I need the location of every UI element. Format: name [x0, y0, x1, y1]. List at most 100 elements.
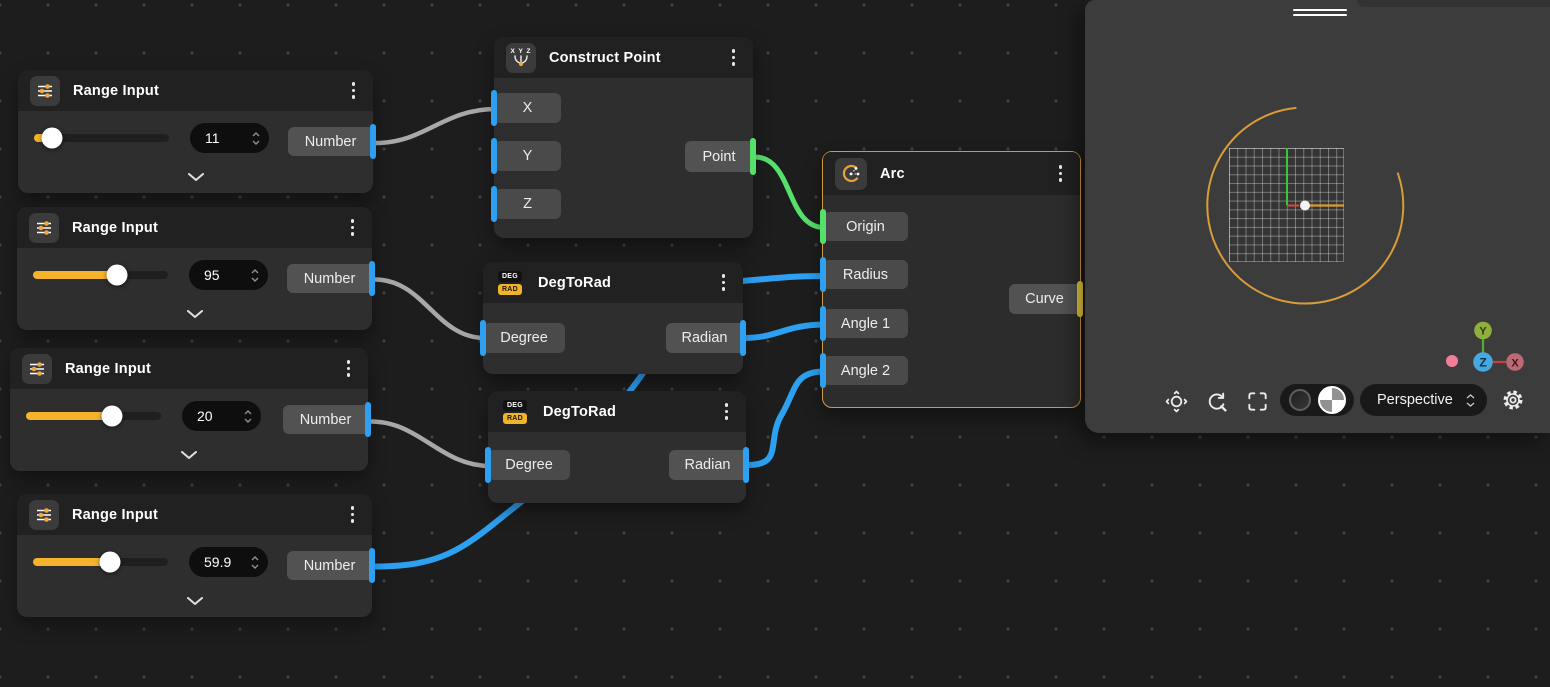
- projection-dropdown[interactable]: Perspective: [1360, 384, 1487, 416]
- node-editor-canvas[interactable]: Range Input 11 Number: [0, 0, 1550, 687]
- range-input-node-4[interactable]: Range Input 59.9 Number: [17, 494, 372, 617]
- range-slider[interactable]: [26, 412, 161, 420]
- arc-node[interactable]: Arc Origin Radius Angle 1 Angle 2 Curve: [822, 151, 1081, 408]
- degtorad-node-1[interactable]: DEG RAD DegToRad Degree Radian: [483, 262, 743, 374]
- input-socket-angle1[interactable]: Angle 1: [823, 309, 908, 338]
- viewport-settings-button[interactable]: [1498, 385, 1528, 415]
- input-socket-angle2[interactable]: Angle 2: [823, 356, 908, 385]
- wire-range3-to-degree2[interactable]: [371, 422, 490, 467]
- output-socket-number[interactable]: Number: [288, 127, 373, 156]
- input-pin[interactable]: [820, 257, 826, 292]
- stepper-down-icon[interactable]: [251, 277, 259, 282]
- output-pin[interactable]: [743, 447, 749, 483]
- node-header[interactable]: Range Input: [10, 348, 368, 389]
- axis-gizmo[interactable]: Y Z X: [1446, 322, 1524, 372]
- stepper-up-icon[interactable]: [251, 269, 259, 274]
- input-socket-x[interactable]: X: [494, 93, 561, 123]
- wire-point-to-origin[interactable]: [755, 157, 824, 228]
- wire-radian1-to-angle1[interactable]: [744, 325, 824, 339]
- input-socket-degree[interactable]: Degree: [488, 450, 570, 480]
- construct-point-node[interactable]: X Y Z Construct Point X Y Z Point: [494, 37, 753, 238]
- fullscreen-button[interactable]: [1242, 386, 1272, 416]
- output-pin[interactable]: [369, 261, 375, 296]
- collapse-chevron-icon[interactable]: [179, 302, 211, 326]
- node-header[interactable]: DEG RAD DegToRad: [488, 391, 746, 432]
- output-pin[interactable]: [369, 548, 375, 583]
- node-menu-kebab-icon[interactable]: [345, 214, 361, 241]
- output-socket-number[interactable]: Number: [287, 264, 372, 293]
- value-stepper[interactable]: 95: [189, 260, 268, 290]
- stepper-down-icon[interactable]: [252, 140, 260, 145]
- input-pin[interactable]: [820, 209, 826, 244]
- output-pin[interactable]: [370, 124, 376, 159]
- node-header[interactable]: Range Input: [17, 494, 372, 535]
- output-socket-radian[interactable]: Radian: [666, 323, 743, 353]
- node-header[interactable]: Range Input: [17, 207, 372, 248]
- range-slider[interactable]: [33, 271, 168, 279]
- collapse-chevron-icon[interactable]: [173, 443, 205, 467]
- input-pin[interactable]: [485, 447, 491, 483]
- shaded-sphere-icon[interactable]: [1318, 386, 1346, 414]
- node-menu-kebab-icon[interactable]: [716, 269, 732, 296]
- zoom-reset-button[interactable]: [1201, 386, 1231, 416]
- input-pin[interactable]: [820, 306, 826, 341]
- stepper-up-icon[interactable]: [252, 132, 260, 137]
- input-socket-degree[interactable]: Degree: [483, 323, 565, 353]
- stepper-down-icon[interactable]: [251, 564, 259, 569]
- output-socket-radian[interactable]: Radian: [669, 450, 746, 480]
- range-slider[interactable]: [34, 134, 169, 142]
- node-header[interactable]: X Y Z Construct Point: [494, 37, 753, 78]
- wire-range2-to-degree1[interactable]: [375, 280, 485, 339]
- slider-thumb[interactable]: [106, 265, 127, 286]
- wireframe-sphere-icon[interactable]: [1289, 389, 1311, 411]
- input-pin[interactable]: [491, 90, 497, 126]
- node-header[interactable]: Range Input: [18, 70, 373, 111]
- node-menu-kebab-icon[interactable]: [726, 44, 742, 71]
- stepper-value[interactable]: 11: [205, 130, 252, 146]
- range-input-node-1[interactable]: Range Input 11 Number: [18, 70, 373, 193]
- viewport-panel[interactable]: Y Z X Perspective: [1085, 0, 1550, 433]
- stepper-up-icon[interactable]: [244, 410, 252, 415]
- node-menu-kebab-icon[interactable]: [345, 501, 361, 528]
- stepper-up-icon[interactable]: [251, 556, 259, 561]
- node-menu-kebab-icon[interactable]: [1053, 160, 1069, 187]
- input-pin[interactable]: [820, 353, 826, 388]
- output-socket-number[interactable]: Number: [283, 405, 368, 434]
- node-header[interactable]: Arc: [823, 152, 1080, 195]
- node-menu-kebab-icon[interactable]: [341, 355, 357, 382]
- node-menu-kebab-icon[interactable]: [346, 77, 362, 104]
- value-stepper[interactable]: 20: [182, 401, 261, 431]
- input-socket-radius[interactable]: Radius: [823, 260, 908, 289]
- range-input-node-2[interactable]: Range Input 95 Number: [17, 207, 372, 330]
- input-pin[interactable]: [491, 186, 497, 222]
- node-menu-kebab-icon[interactable]: [719, 398, 735, 425]
- slider-thumb[interactable]: [102, 406, 123, 427]
- shading-toggle[interactable]: [1280, 384, 1354, 416]
- output-pin[interactable]: [740, 320, 746, 356]
- gizmo-negx-dot[interactable]: [1446, 355, 1458, 367]
- value-stepper[interactable]: 59.9: [189, 547, 268, 577]
- slider-thumb[interactable]: [99, 552, 120, 573]
- input-socket-origin[interactable]: Origin: [823, 212, 908, 241]
- input-socket-z[interactable]: Z: [494, 189, 561, 219]
- collapse-chevron-icon[interactable]: [180, 165, 212, 189]
- input-pin[interactable]: [480, 320, 486, 356]
- input-socket-y[interactable]: Y: [494, 141, 561, 171]
- input-pin[interactable]: [491, 138, 497, 174]
- stepper-value[interactable]: 20: [197, 408, 244, 424]
- stepper-value[interactable]: 95: [204, 267, 251, 283]
- range-input-node-3[interactable]: Range Input 20 Number: [10, 348, 368, 471]
- output-socket-point[interactable]: Point: [685, 141, 753, 172]
- stepper-down-icon[interactable]: [244, 418, 252, 423]
- collapse-chevron-icon[interactable]: [179, 589, 211, 613]
- wire-range1-to-x[interactable]: [376, 109, 496, 143]
- output-pin[interactable]: [1077, 281, 1083, 317]
- output-pin[interactable]: [365, 402, 371, 437]
- output-pin[interactable]: [750, 138, 756, 175]
- stepper-value[interactable]: 59.9: [204, 554, 251, 570]
- output-socket-number[interactable]: Number: [287, 551, 372, 580]
- wire-radian2-to-angle2[interactable]: [748, 372, 824, 466]
- node-header[interactable]: DEG RAD DegToRad: [483, 262, 743, 303]
- output-socket-curve[interactable]: Curve: [1009, 284, 1080, 314]
- pan-zoom-tool-button[interactable]: [1161, 386, 1191, 416]
